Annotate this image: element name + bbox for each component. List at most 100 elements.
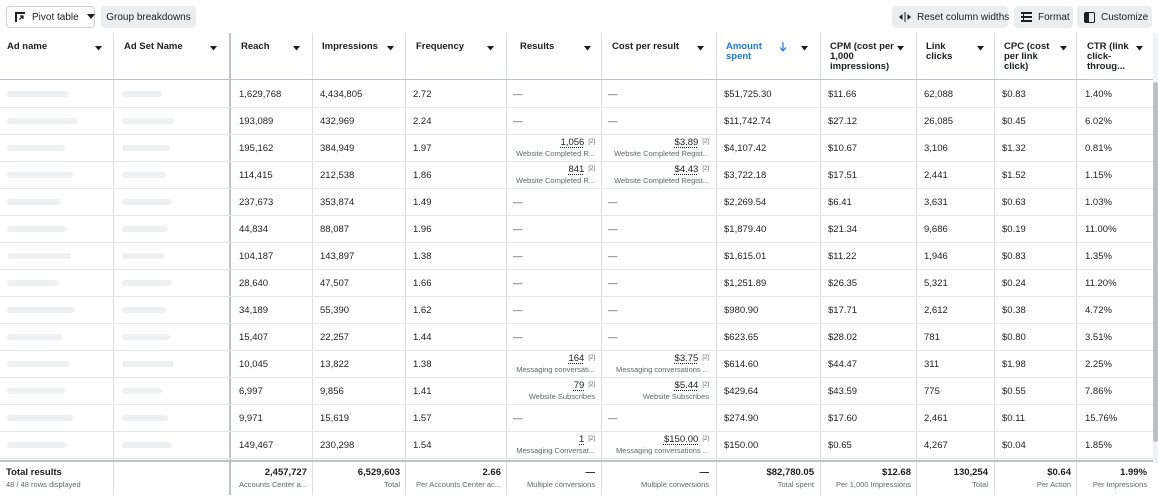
col-header-frequency[interactable]: Frequency	[416, 42, 482, 52]
chevron-down-icon[interactable]	[894, 42, 907, 55]
col-header-link-clicks[interactable]: Link clicks	[926, 42, 966, 62]
ad-name-cell[interactable]	[7, 388, 65, 394]
ad-name-cell[interactable]	[7, 91, 69, 97]
ad-set-name-cell[interactable]	[122, 91, 162, 97]
ad-set-name-cell[interactable]	[122, 145, 170, 151]
ad-set-name-cell[interactable]	[122, 226, 168, 232]
table-row[interactable]: 34,189 55,390 1.62 $980.90 $17.71 2,612 $0.38 4…	[0, 296, 1153, 323]
chevron-down-icon[interactable]	[92, 42, 105, 55]
chevron-down-icon[interactable]	[207, 42, 220, 55]
cpr-value-link[interactable]: $150.00	[664, 434, 698, 445]
results-value-link[interactable]: 1,056	[561, 137, 585, 148]
ad-set-name-cell[interactable]	[122, 280, 172, 286]
ad-set-name-cell[interactable]	[122, 118, 174, 124]
ad-name-cell[interactable]	[7, 442, 67, 448]
pivot-table-button[interactable]: Pivot table	[6, 6, 95, 28]
results-value-link[interactable]: 79	[574, 380, 585, 391]
table-row[interactable]: 6,997 9,856 1.41 $429.64 $43.59 775 $0.55 7.86%…	[0, 377, 1153, 404]
chevron-down-icon[interactable]	[484, 42, 497, 55]
results-cell: 841 [2] Website Completed R...	[509, 164, 595, 185]
reach-cell: 104,187	[239, 251, 274, 262]
results-caption: Messaging conversati...	[516, 365, 595, 374]
chevron-down-icon[interactable]	[974, 42, 987, 55]
chevron-down-icon[interactable]	[384, 42, 397, 55]
col-header-cpm[interactable]: CPM (cost per 1,000 impressions)	[830, 42, 894, 72]
col-header-ad-set-name[interactable]: Ad Set Name	[124, 42, 204, 52]
ad-set-name-cell[interactable]	[122, 415, 168, 421]
col-header-impressions[interactable]: Impressions	[322, 42, 384, 52]
col-header-cost-per-result[interactable]: Cost per result	[612, 42, 692, 52]
col-header-amount-spent[interactable]: Amount spent	[726, 42, 772, 62]
total-link-clicks-caption: Total	[972, 480, 988, 489]
ad-set-name-cell[interactable]	[122, 361, 174, 367]
table-row[interactable]: 149,467 230,298 1.54 $150.00 $0.65 4,267 $0.04…	[0, 431, 1153, 458]
results-value-link[interactable]: 1	[579, 434, 584, 445]
results-caption: Messaging Conversat...	[516, 446, 595, 455]
cpr-value-link[interactable]: $4.43	[675, 164, 699, 175]
ad-set-name-cell[interactable]	[122, 307, 166, 313]
ad-name-cell[interactable]	[7, 199, 61, 205]
results-cell: 164 [2] Messaging conversati...	[509, 353, 595, 374]
cpm-cell: $28.02	[828, 332, 858, 343]
col-header-ad-name[interactable]: Ad name	[7, 42, 92, 52]
cpc-cell: $0.38	[1002, 305, 1026, 316]
table-row[interactable]: 10,045 13,822 1.38 $614.60 $44.47 311 $1.98 2.2…	[0, 350, 1153, 377]
chevron-down-icon[interactable]	[798, 42, 811, 55]
table-row[interactable]: 104,187 143,897 1.38 $1,615.01 $11.22 1,946 $0…	[0, 242, 1153, 269]
results-value-link[interactable]: 841	[568, 164, 584, 175]
customize-label: Customize	[1101, 11, 1149, 23]
cpm-cell: $0.65	[828, 440, 852, 451]
ad-name-cell[interactable]	[7, 280, 59, 286]
table-row[interactable]: 193,089 432,969 2.24 $11,742.74 $27.12 26,085…	[0, 107, 1153, 134]
clicks-cell: 4,267	[924, 440, 948, 451]
table-row[interactable]: 15,407 22,257 1.44 $623.65 $28.02 781 $0.80 3.5…	[0, 323, 1153, 350]
customize-button[interactable]: Customize	[1077, 6, 1152, 28]
chevron-down-icon[interactable]	[694, 42, 707, 55]
amount-cell: $980.90	[724, 305, 759, 316]
chevron-down-icon[interactable]	[1057, 42, 1070, 55]
table-row[interactable]: 9,971 15,619 1.57 $274.90 $17.60 2,461 $0.11 15…	[0, 404, 1153, 431]
chevron-down-icon[interactable]	[581, 42, 594, 55]
ad-name-cell[interactable]	[7, 415, 73, 421]
ad-set-name-cell[interactable]	[122, 442, 172, 448]
ad-set-name-cell[interactable]	[122, 388, 162, 394]
table-row[interactable]: 1,629,768 4,434,805 2.72 $51,725.30 $11.66 62…	[0, 80, 1153, 107]
col-header-results[interactable]: Results	[520, 42, 580, 52]
ad-name-cell[interactable]	[7, 253, 71, 259]
cpm-cell: $11.66	[828, 89, 857, 100]
ad-set-name-cell[interactable]	[122, 199, 172, 205]
reset-column-widths-button[interactable]: Reset column widths	[892, 6, 1009, 28]
cpr-cell: —	[608, 332, 618, 343]
impressions-cell: 353,874	[320, 197, 355, 208]
cpr-value-link[interactable]: $3.75	[675, 353, 699, 364]
results-value-link[interactable]: 164	[568, 353, 584, 364]
table-row[interactable]: 28,640 47,507 1.66 $1,251.89 $26.35 5,321 $0.2…	[0, 269, 1153, 296]
cpr-value-link[interactable]: $5.44	[675, 380, 699, 391]
ad-set-name-cell[interactable]	[122, 334, 170, 340]
table-row[interactable]: 195,162 384,949 1.97 $4,107.42 $10.67 3,106 $1…	[0, 134, 1153, 161]
table-row[interactable]: 114,415 212,538 1.86 $3,722.18 $17.51 2,441 $1…	[0, 161, 1153, 188]
sort-descending-icon[interactable]	[779, 42, 787, 55]
format-button[interactable]: Format	[1014, 6, 1073, 28]
chevron-down-icon[interactable]	[290, 42, 303, 55]
ad-name-cell[interactable]	[7, 307, 75, 313]
chevron-down-icon[interactable]	[1133, 42, 1146, 55]
col-header-ctr[interactable]: CTR (link click-throug...	[1087, 42, 1129, 72]
vertical-scrollbar[interactable]	[1153, 82, 1158, 442]
ad-name-cell[interactable]	[7, 226, 67, 232]
ad-name-cell[interactable]	[7, 172, 73, 178]
table-row[interactable]: 44,834 88,087 1.96 $1,879.40 $21.34 9,686 $0.1…	[0, 215, 1153, 242]
ad-set-name-cell[interactable]	[122, 172, 166, 178]
ad-name-cell[interactable]	[7, 145, 65, 151]
cpm-cell: $17.51	[828, 170, 858, 181]
ad-name-cell[interactable]	[7, 118, 77, 124]
ad-name-cell[interactable]	[7, 334, 63, 340]
ad-name-cell[interactable]	[7, 361, 69, 367]
col-header-reach[interactable]: Reach	[241, 42, 289, 52]
ad-set-name-cell[interactable]	[122, 253, 164, 259]
impressions-cell: 9,856	[320, 386, 344, 397]
group-breakdowns-button[interactable]: Group breakdowns	[101, 6, 196, 28]
cpr-value-link[interactable]: $3.89	[675, 137, 699, 148]
table-row[interactable]: 237,673 353,874 1.49 $2,269.54 $6.41 3,631 $0.…	[0, 188, 1153, 215]
col-header-cpc[interactable]: CPC (cost per link click)	[1004, 42, 1056, 72]
